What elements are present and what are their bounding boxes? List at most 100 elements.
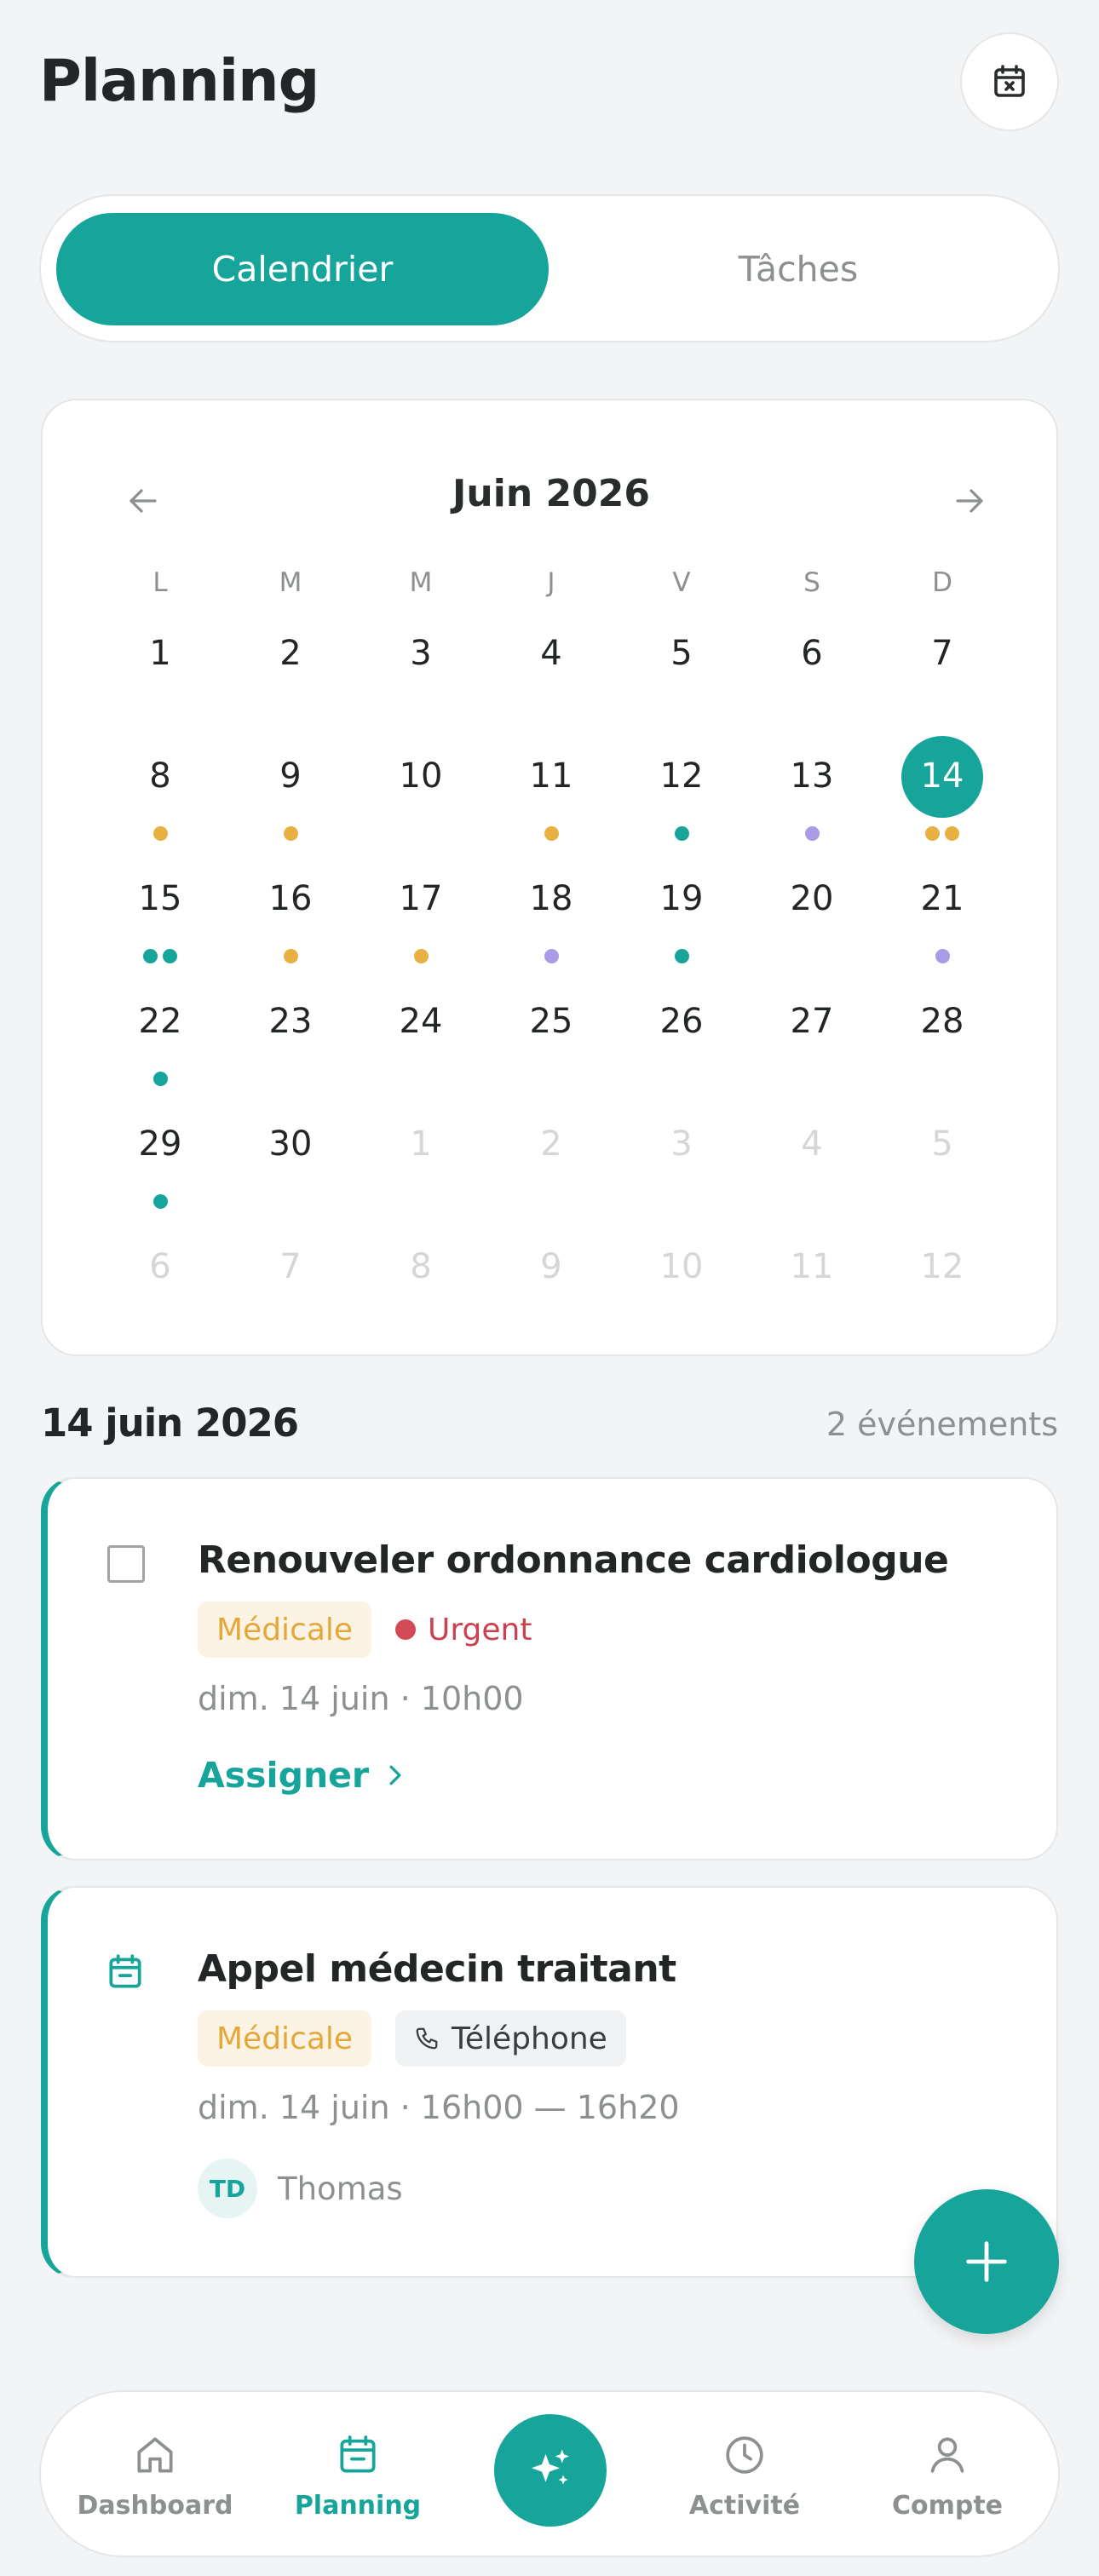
calendar-day-outside[interactable]: 4: [765, 1102, 859, 1196]
event-time: dim. 14 juin · 10h00: [198, 1680, 524, 1717]
event-dot: [152, 1194, 168, 1209]
calendar-icon: [109, 1954, 141, 1988]
calendar-day[interactable]: 7: [895, 612, 989, 705]
calendar-day[interactable]: 5: [635, 612, 728, 705]
task-checkbox[interactable]: [107, 1545, 145, 1583]
tab-calendar[interactable]: Calendrier: [56, 213, 549, 325]
event-dot: [674, 826, 689, 841]
event-dot: [283, 949, 298, 963]
event-title: Renouveler ordonnance cardiologue: [198, 1538, 949, 1582]
calendar-day[interactable]: 23: [244, 980, 337, 1073]
calendar-day[interactable]: 26: [635, 980, 728, 1073]
calendar-day[interactable]: 20: [765, 857, 859, 951]
calendar-day[interactable]: 17: [374, 857, 468, 963]
calendar-day[interactable]: 30: [244, 1102, 337, 1196]
calendar-day-outside[interactable]: 11: [765, 1225, 859, 1319]
nav-label: Dashboard: [77, 2490, 233, 2521]
assign-link[interactable]: Assigner: [198, 1755, 405, 1796]
calendar-day[interactable]: 18: [504, 857, 598, 963]
calendar-day-outside[interactable]: 3: [635, 1102, 728, 1196]
calendar-day-outside[interactable]: 10: [635, 1225, 728, 1319]
event-dot: [143, 949, 158, 963]
nav-label: Compte: [891, 2490, 1004, 2521]
calendar-day-outside[interactable]: 9: [504, 1225, 598, 1319]
calendar-card: Juin 2026 L M M J V S D 1 2 3 4 5 6 7 8 …: [41, 399, 1058, 1356]
event-dot: [163, 949, 177, 963]
event-time: dim. 14 juin · 16h00 — 16h20: [198, 2089, 680, 2126]
calendar-icon: [340, 2435, 376, 2473]
next-month-button[interactable]: [937, 469, 1002, 533]
calendar-cancel-button[interactable]: [960, 32, 1059, 131]
calendar-day[interactable]: 10: [374, 734, 468, 828]
event-dot: [413, 949, 429, 963]
view-switcher: Calendrier Tâches: [39, 194, 1060, 342]
arrow-right-icon: [956, 489, 983, 513]
category-badge: Médicale: [198, 2010, 372, 2067]
weekday-label: S: [803, 567, 820, 598]
calendar-day[interactable]: 12: [635, 734, 728, 841]
calendar-day-selected[interactable]: 14: [895, 734, 989, 841]
calendar-day[interactable]: 29: [113, 1102, 207, 1209]
home-icon: [137, 2436, 173, 2473]
calendar-day[interactable]: 27: [765, 980, 859, 1073]
phone-icon: [416, 2027, 438, 2050]
calendar-day[interactable]: 6: [765, 612, 859, 705]
nav-activity[interactable]: Activité: [651, 2392, 838, 2559]
event-dot: [935, 949, 950, 963]
calendar-day-outside[interactable]: 2: [504, 1102, 598, 1196]
event-card[interactable]: Appel médecin traitant Médicale Téléphon…: [41, 1886, 1058, 2278]
calendar-day[interactable]: 9: [244, 734, 337, 841]
priority-badge: Urgent: [395, 1601, 532, 1658]
calendar-day-outside[interactable]: 1: [374, 1102, 468, 1196]
calendar-day-outside[interactable]: 6: [113, 1225, 207, 1319]
event-dot: [152, 826, 168, 841]
nav-label: Activité: [688, 2490, 801, 2521]
calendar-day[interactable]: 2: [244, 612, 337, 705]
event-dot: [152, 1072, 168, 1086]
nav-account[interactable]: Compte: [854, 2392, 1041, 2559]
month-title: Juin 2026: [452, 472, 650, 515]
calendar-day[interactable]: 28: [895, 980, 989, 1073]
calendar-day-outside[interactable]: 7: [244, 1225, 337, 1319]
calendar-day-outside[interactable]: 8: [374, 1225, 468, 1319]
calendar-day[interactable]: 22: [113, 980, 207, 1086]
nav-dashboard[interactable]: Dashboard: [61, 2392, 249, 2559]
calendar-day[interactable]: 25: [504, 980, 598, 1073]
calendar-day[interactable]: 4: [504, 612, 598, 705]
calendar-day[interactable]: 16: [244, 857, 337, 963]
calendar-day-outside[interactable]: 5: [895, 1102, 989, 1196]
weekday-label: L: [152, 567, 168, 598]
weekday-label: M: [279, 567, 302, 598]
nav-planning[interactable]: Planning: [264, 2392, 452, 2559]
calendar-day[interactable]: 24: [374, 980, 468, 1073]
calendar-day[interactable]: 8: [113, 734, 207, 841]
calendar-day[interactable]: 21: [895, 857, 989, 963]
category-badge: Médicale: [198, 1601, 372, 1658]
channel-badge: Téléphone: [395, 2010, 626, 2067]
event-dot: [674, 949, 689, 963]
calendar-day[interactable]: 1: [113, 612, 207, 705]
calendar-day[interactable]: 13: [765, 734, 859, 841]
chevron-right-icon: [389, 1765, 401, 1785]
nav-label: Planning: [294, 2490, 422, 2521]
add-event-button[interactable]: [914, 2189, 1059, 2334]
event-title: Appel médecin traitant: [198, 1947, 676, 1991]
calendar-day[interactable]: 19: [635, 857, 728, 963]
assignee-name: Thomas: [278, 2171, 403, 2207]
sparkles-icon: [532, 2449, 569, 2485]
tab-tasks[interactable]: Tâches: [552, 213, 1044, 325]
event-dot: [544, 826, 559, 841]
nav-assistant-button[interactable]: [494, 2414, 607, 2527]
channel-label: Téléphone: [452, 2021, 607, 2056]
event-dot: [283, 826, 298, 841]
weekday-label: V: [672, 567, 691, 598]
assign-label: Assigner: [198, 1755, 370, 1796]
calendar-day-outside[interactable]: 12: [895, 1225, 989, 1319]
calendar-day[interactable]: 3: [374, 612, 468, 705]
user-icon: [930, 2436, 964, 2473]
calendar-day[interactable]: 15: [113, 857, 207, 963]
weekday-label: M: [409, 567, 433, 598]
calendar-day[interactable]: 11: [504, 734, 598, 841]
event-card[interactable]: Renouveler ordonnance cardiologue Médica…: [41, 1477, 1058, 1860]
event-dot: [804, 826, 820, 841]
